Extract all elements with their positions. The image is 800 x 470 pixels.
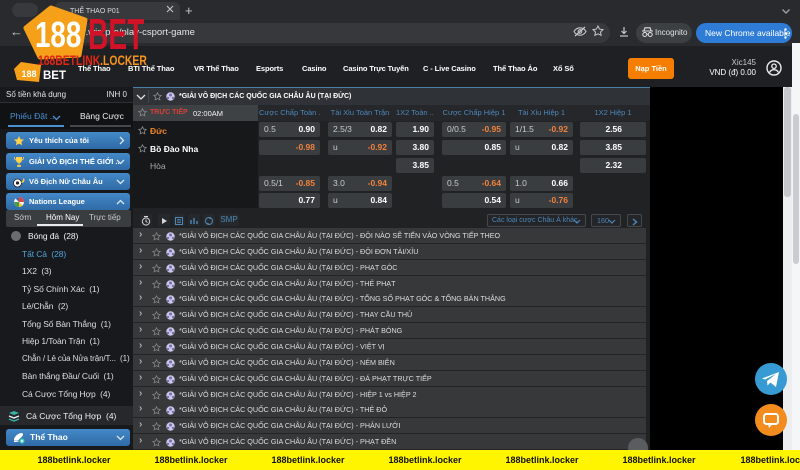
svg-text:BET: BET (43, 70, 66, 82)
svg-text:188: 188 (21, 69, 36, 79)
